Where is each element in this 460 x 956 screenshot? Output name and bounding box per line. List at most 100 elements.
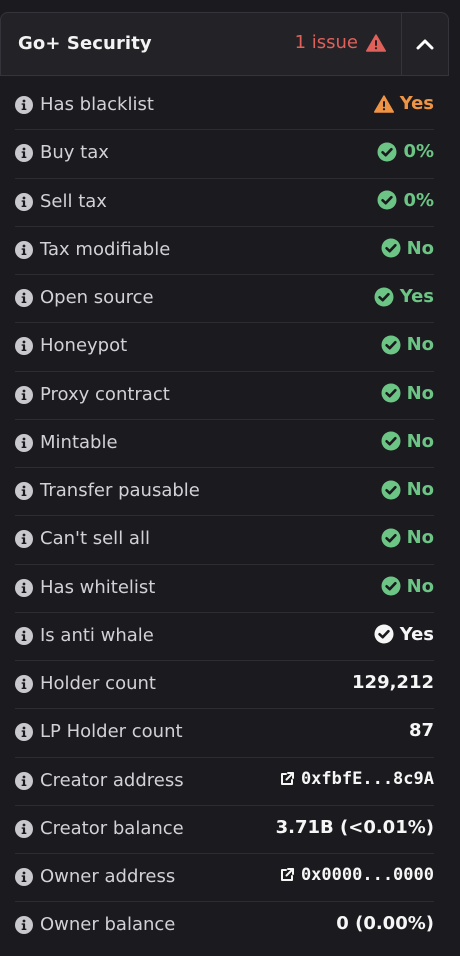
address-link-text[interactable]: 0xfbfE...8c9A [301, 769, 434, 789]
check-circle-icon [381, 238, 401, 258]
check-row-holder-count: Holder count 129,212 [15, 661, 434, 710]
check-circle-icon [377, 190, 397, 210]
check-label: Creator balance [40, 817, 184, 839]
check-value: No [381, 431, 434, 452]
check-row-open-source: Open source Yes [15, 275, 434, 324]
check-value[interactable]: 0xfbfE...8c9A [279, 769, 434, 789]
check-row-mintable: Mintable No [15, 420, 434, 468]
check-value: 0 (0.00%) [336, 913, 434, 934]
check-label: Transfer pausable [40, 480, 200, 501]
info-icon[interactable] [15, 289, 33, 307]
info-icon[interactable] [15, 240, 33, 259]
info-icon[interactable] [15, 530, 33, 549]
info-icon[interactable] [15, 96, 33, 114]
value-text: Yes [399, 93, 434, 114]
check-label: Is anti whale [40, 624, 154, 646]
address-link-text[interactable]: 0x0000...0000 [301, 865, 434, 885]
warning-triangle-icon [366, 33, 386, 52]
value-text: 3.71B (<0.01%) [275, 816, 434, 838]
check-label: Owner balance [40, 914, 176, 936]
check-value: Yes [373, 93, 434, 114]
check-row-proxy-contract: Proxy contract No [15, 372, 434, 420]
collapse-button[interactable] [402, 13, 448, 75]
check-circle-icon [381, 431, 401, 451]
value-text: 0% [403, 141, 434, 163]
check-circle-icon [381, 480, 401, 500]
info-icon[interactable] [15, 771, 33, 790]
panel-title: Go+ Security [18, 33, 152, 54]
check-label: Tax modifiable [40, 238, 171, 260]
check-row-creator-balance: Creator balance 3.71B (<0.01%) [15, 806, 434, 854]
check-value[interactable]: 0x0000...0000 [279, 865, 434, 885]
check-row-has-blacklist: Has blacklist Yes [15, 82, 434, 131]
check-label: LP Holder count [40, 721, 183, 743]
check-circle-icon [381, 383, 401, 403]
check-row-transfer-pausable: Transfer pausable No [15, 468, 434, 517]
check-row-can-t-sell-all: Can't sell all No [15, 516, 434, 565]
check-value: No [381, 238, 434, 259]
info-icon[interactable] [15, 868, 33, 886]
check-row-honeypot: Honeypot No [15, 323, 434, 372]
check-label: Has whitelist [40, 576, 156, 598]
value-text: No [406, 527, 434, 549]
check-value: 0% [377, 190, 434, 211]
info-icon[interactable] [15, 482, 33, 500]
warning-triangle-icon [373, 94, 394, 113]
value-text: No [406, 479, 434, 500]
check-value: Yes [374, 286, 434, 307]
info-icon[interactable] [15, 433, 33, 452]
panel-header[interactable]: Go+ Security 1 issue [0, 12, 449, 76]
info-icon[interactable] [15, 144, 33, 163]
go-plus-security-panel: Go+ Security 1 issue Has blacklist Yes Buy… [0, 0, 460, 956]
info-icon[interactable] [15, 578, 33, 597]
check-label: Honeypot [40, 335, 128, 357]
check-row-creator-address: Creator address 0xfbfE...8c9A [15, 758, 434, 806]
check-label: Mintable [40, 431, 118, 453]
value-text: No [406, 382, 434, 404]
check-row-is-anti-whale: Is anti whale Yes [15, 613, 434, 661]
info-icon[interactable] [15, 916, 33, 935]
check-label: Open source [40, 287, 154, 308]
check-circle-icon [381, 335, 401, 355]
value-text: Yes [399, 286, 434, 307]
check-circle-icon [381, 576, 401, 596]
check-value: 3.71B (<0.01%) [276, 817, 434, 838]
check-row-owner-balance: Owner balance 0 (0.00%) [15, 902, 434, 950]
check-label: Proxy contract [40, 383, 170, 405]
security-checks-list: Has blacklist Yes Buy tax 0% Sell tax 0% Tax m… [0, 82, 460, 951]
info-icon[interactable] [15, 192, 33, 211]
issue-summary: 1 issue [295, 32, 386, 53]
check-value: Yes [374, 624, 434, 645]
check-label: Creator address [40, 769, 184, 791]
check-circle-icon [377, 142, 397, 162]
check-circle-icon [374, 624, 394, 644]
check-label: Has blacklist [40, 94, 154, 115]
check-label: Buy tax [40, 142, 109, 164]
value-text: 0% [403, 189, 434, 211]
check-label: Can't sell all [40, 528, 150, 550]
info-icon[interactable] [15, 337, 33, 356]
check-label: Holder count [40, 673, 156, 694]
issue-count: 1 issue [294, 32, 358, 53]
info-icon[interactable] [15, 723, 33, 742]
check-value: No [381, 576, 434, 597]
info-icon[interactable] [15, 819, 33, 838]
info-icon[interactable] [15, 675, 33, 693]
check-label: Sell tax [40, 190, 107, 212]
info-icon[interactable] [15, 626, 33, 645]
check-value: 0% [377, 141, 434, 162]
value-text: 87 [408, 720, 434, 742]
chevron-up-icon [416, 38, 434, 50]
check-row-tax-modifiable: Tax modifiable No [15, 227, 434, 275]
info-icon[interactable] [15, 385, 33, 404]
check-circle-icon [374, 287, 394, 307]
value-text: 0 (0.00%) [336, 913, 434, 935]
check-value: No [381, 527, 434, 548]
value-text: No [406, 575, 434, 597]
check-circle-icon [381, 528, 401, 548]
value-text: No [406, 237, 434, 259]
check-value: 87 [409, 720, 434, 741]
external-link-icon [279, 771, 295, 787]
value-text: 129,212 [352, 672, 434, 693]
value-text: Yes [399, 623, 434, 645]
